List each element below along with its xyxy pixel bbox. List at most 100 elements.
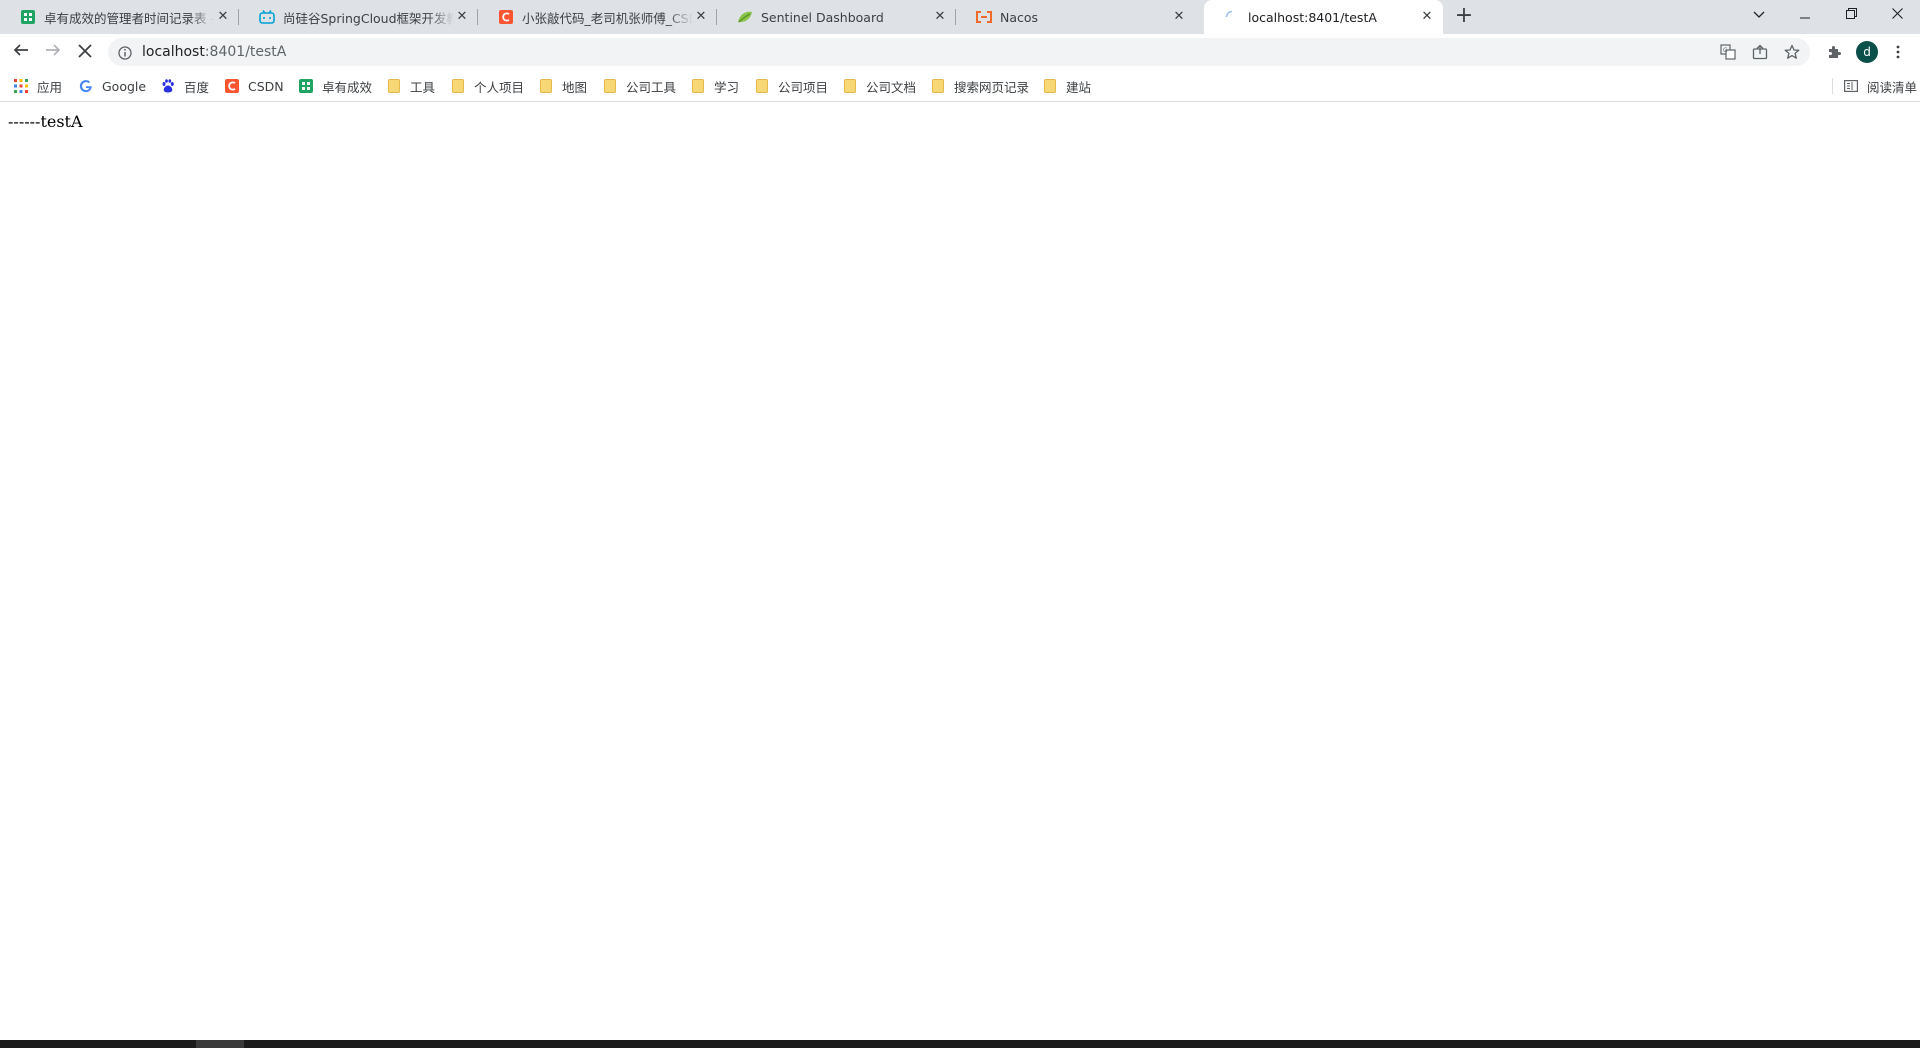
bookmark-folder-company-docs[interactable]: 公司文档	[842, 76, 916, 96]
tab-search-button[interactable]	[1736, 0, 1782, 30]
extensions-icon[interactable]	[1822, 40, 1846, 64]
tab-title: localhost:8401/testA	[1248, 9, 1377, 25]
folder-icon	[450, 78, 466, 94]
bookmark-folder-tools[interactable]: 工具	[386, 76, 435, 96]
taskbar-active-item[interactable]	[196, 1040, 244, 1048]
chevron-down-icon	[1753, 7, 1765, 23]
bookmark-label: 建站	[1066, 79, 1092, 95]
tab-csdn[interactable]: 小张敲代码_老司机张师傅_CSDN博客 ✕	[478, 0, 717, 34]
bookmark-baidu[interactable]: 百度	[160, 76, 209, 96]
google-icon	[78, 78, 94, 94]
folder-icon	[690, 78, 706, 94]
tab-title: 卓有成效的管理者时间记录表 - 金山文档	[44, 10, 215, 26]
bilibili-icon	[259, 9, 275, 25]
minimize-button[interactable]	[1782, 0, 1828, 30]
bookmark-label: CSDN	[248, 78, 284, 94]
bookmark-label: 地图	[562, 79, 588, 95]
tab-nacos[interactable]: Nacos ✕	[956, 0, 1195, 34]
bookmark-label: 应用	[37, 79, 63, 95]
tab-kingsoft-doc[interactable]: 卓有成效的管理者时间记录表 - 金山文档 ✕	[0, 0, 239, 34]
stop-loading-button[interactable]	[71, 38, 99, 66]
bookmark-label: 个人项目	[474, 79, 525, 95]
tab-localhost-testa[interactable]: localhost:8401/testA ✕	[1204, 0, 1443, 34]
folder-icon	[842, 78, 858, 94]
arrow-left-icon	[13, 42, 29, 62]
bookmark-label: 公司项目	[778, 79, 829, 95]
url-path: :8401/testA	[204, 44, 287, 60]
bookmark-csdn[interactable]: CSDN	[224, 76, 284, 96]
tab-sentinel-dashboard[interactable]: Sentinel Dashboard ✕	[717, 0, 956, 34]
tab-close-icon[interactable]: ✕	[215, 9, 231, 25]
nacos-icon	[976, 9, 992, 25]
close-icon	[78, 43, 92, 62]
leaf-icon	[737, 9, 753, 25]
folder-icon	[754, 78, 770, 94]
translate-icon[interactable]: G	[1720, 44, 1736, 60]
restore-icon	[1845, 7, 1857, 23]
restore-button[interactable]	[1828, 0, 1874, 30]
close-icon	[1891, 7, 1903, 23]
sheet-icon	[298, 78, 314, 94]
os-taskbar	[0, 1040, 1920, 1048]
address-bar[interactable]: localhost:8401/testA G	[108, 38, 1810, 66]
bookmark-folder-company-tools[interactable]: 公司工具	[602, 76, 676, 96]
tab-strip: 卓有成效的管理者时间记录表 - 金山文档 ✕ 尚硅谷SpringCloud框架开…	[0, 0, 1920, 34]
baidu-icon	[160, 78, 176, 94]
reading-list-icon	[1843, 78, 1859, 94]
tab-close-icon[interactable]: ✕	[454, 9, 470, 25]
bookmark-folder-company-projects[interactable]: 公司项目	[754, 76, 828, 96]
tab-close-icon[interactable]: ✕	[932, 9, 948, 25]
bookmark-folder-study[interactable]: 学习	[690, 76, 739, 96]
tab-close-icon[interactable]: ✕	[1171, 9, 1187, 25]
folder-icon	[1042, 78, 1058, 94]
url-text[interactable]: localhost:8401/testA	[142, 44, 286, 60]
star-icon[interactable]	[1784, 44, 1800, 60]
url-host: localhost	[142, 44, 205, 60]
bookmark-label: 卓有成效	[322, 79, 373, 95]
bookmark-apps[interactable]: 应用	[13, 76, 62, 96]
folder-icon	[602, 78, 618, 94]
response-text: ------testA	[8, 112, 83, 131]
loading-icon	[1224, 9, 1240, 25]
close-window-button[interactable]	[1874, 0, 1920, 30]
tab-title: 小张敲代码_老司机张师傅_CSDN博客	[522, 10, 693, 26]
forward-button[interactable]	[39, 38, 67, 66]
csdn-icon	[224, 78, 240, 94]
tab-title: Sentinel Dashboard	[761, 9, 884, 25]
profile-avatar[interactable]: d	[1856, 41, 1878, 63]
back-button[interactable]	[7, 38, 35, 66]
folder-icon	[930, 78, 946, 94]
arrow-right-icon	[45, 42, 61, 62]
bookmark-label: 公司工具	[626, 79, 677, 95]
page-content: ------testA	[0, 102, 1920, 1040]
tab-title: Nacos	[1000, 9, 1039, 25]
sheet-icon	[20, 9, 36, 25]
bookmark-zhuoyouchengxiao[interactable]: 卓有成效	[298, 76, 372, 96]
reading-list-label: 阅读清单	[1867, 79, 1918, 95]
new-tab-button[interactable]: +	[1452, 5, 1476, 29]
info-icon[interactable]	[118, 45, 132, 60]
minimize-icon	[1800, 7, 1810, 23]
kebab-menu-icon[interactable]	[1886, 40, 1910, 64]
bookmark-folder-maps[interactable]: 地图	[538, 76, 587, 96]
bookmark-label: 公司文档	[866, 79, 917, 95]
bookmark-google[interactable]: Google	[78, 76, 146, 96]
folder-icon	[538, 78, 554, 94]
browser-toolbar: localhost:8401/testA G d	[0, 34, 1920, 70]
tab-close-icon[interactable]: ✕	[1419, 9, 1435, 25]
share-icon[interactable]	[1752, 44, 1768, 60]
bookmark-folder-personal-projects[interactable]: 个人项目	[450, 76, 524, 96]
bookmark-label: 学习	[714, 79, 740, 95]
bookmark-folder-site-building[interactable]: 建站	[1042, 76, 1091, 96]
tab-title: 尚硅谷SpringCloud框架开发教程	[283, 10, 454, 26]
tab-bilibili[interactable]: 尚硅谷SpringCloud框架开发教程 ✕	[239, 0, 478, 34]
bookmark-label: 百度	[184, 79, 210, 95]
bookmark-folder-search-history[interactable]: 搜索网页记录	[930, 76, 1029, 96]
tab-close-icon[interactable]: ✕	[693, 9, 709, 25]
bookmark-label: Google	[102, 78, 147, 94]
reading-list-button[interactable]: 阅读清单	[1832, 76, 1917, 96]
svg-text:G: G	[1723, 47, 1728, 54]
folder-icon	[386, 78, 402, 94]
apps-grid-icon	[13, 78, 29, 94]
bookmarks-bar: 应用 Google 百度 CSDN 卓有成效 工具 个人项目 地图 公司工具 学…	[0, 70, 1920, 102]
